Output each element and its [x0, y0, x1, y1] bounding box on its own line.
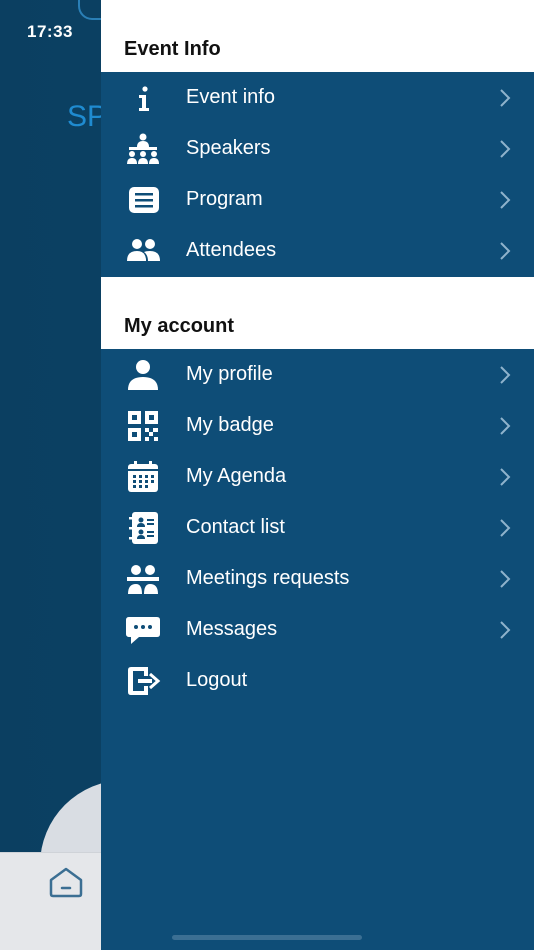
menu-item-label: Messages	[186, 618, 278, 640]
menu-item-label: Logout	[186, 669, 248, 691]
menu-item-label: Event info	[186, 86, 275, 108]
menu-item-label: Meetings requests	[186, 567, 350, 589]
navigation-drawer: Event Info Event info Speakers Program A…	[101, 0, 534, 950]
section-header-event-info: Event Info	[101, 0, 534, 72]
chevron-right-icon	[500, 519, 511, 537]
menu-item-meetings-requests[interactable]: Meetings requests	[101, 553, 534, 604]
section-header-my-account: My account	[101, 277, 534, 349]
chevron-right-icon	[500, 570, 511, 588]
menu-item-label: Program	[186, 188, 263, 210]
chevron-right-icon	[500, 191, 511, 209]
menu-item-logout[interactable]: Logout	[101, 655, 534, 706]
chevron-right-icon	[500, 140, 511, 158]
chevron-right-icon	[500, 417, 511, 435]
chevron-right-icon	[500, 366, 511, 384]
menu-item-messages[interactable]: Messages	[101, 604, 534, 655]
address-book-icon	[123, 510, 163, 546]
meetings-icon	[123, 561, 163, 597]
menu-item-label: Contact list	[186, 516, 285, 538]
menu-item-program[interactable]: Program	[101, 174, 534, 225]
status-time: 17:33	[27, 22, 73, 41]
logout-icon	[123, 663, 163, 699]
qr-code-icon	[123, 408, 163, 444]
chevron-right-icon	[500, 468, 511, 486]
menu-item-speakers[interactable]: Speakers	[101, 123, 534, 174]
menu-item-label: Speakers	[186, 137, 271, 159]
chevron-right-icon	[500, 621, 511, 639]
program-icon	[123, 182, 163, 218]
chat-icon	[123, 612, 163, 648]
menu-item-contact-list[interactable]: Contact list	[101, 502, 534, 553]
attendees-icon	[123, 233, 163, 269]
menu-item-label: My badge	[186, 414, 274, 436]
menu-item-label: My profile	[186, 363, 273, 385]
calendar-icon	[123, 459, 163, 495]
home-indicator	[172, 935, 362, 940]
menu-item-my-badge[interactable]: My badge	[101, 400, 534, 451]
speakers-icon	[123, 131, 163, 167]
home-icon[interactable]	[48, 866, 84, 898]
chevron-right-icon	[500, 89, 511, 107]
menu-item-label: Attendees	[186, 239, 277, 261]
menu-item-my-agenda[interactable]: My Agenda	[101, 451, 534, 502]
info-icon	[123, 80, 163, 116]
menu-item-label: My Agenda	[186, 465, 287, 487]
user-icon	[123, 357, 163, 393]
menu-item-attendees[interactable]: Attendees	[101, 225, 534, 276]
menu-item-my-profile[interactable]: My profile	[101, 349, 534, 400]
chevron-right-icon	[500, 242, 511, 260]
menu-item-event-info[interactable]: Event info	[101, 72, 534, 123]
